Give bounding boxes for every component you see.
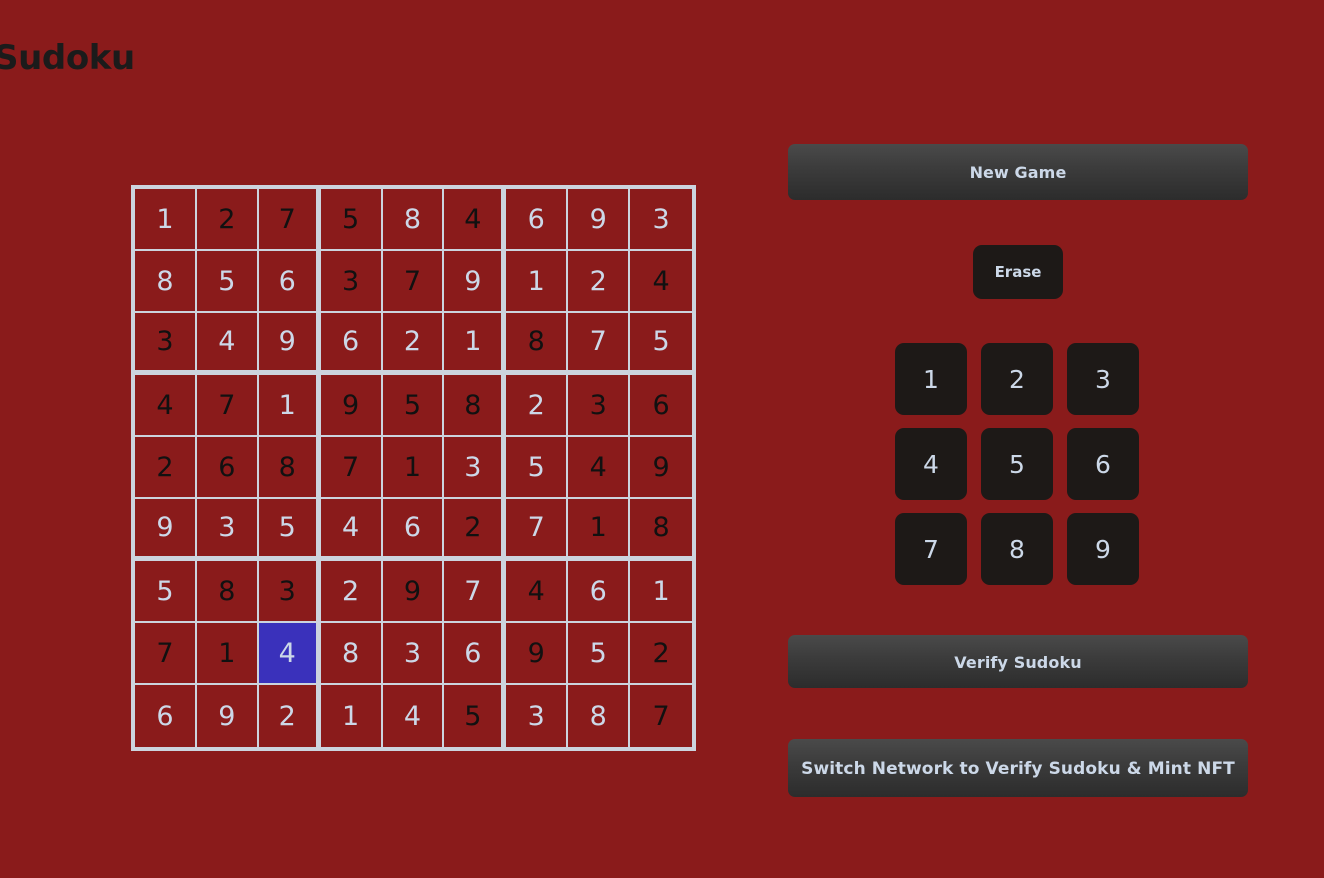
sudoku-cell-r9c1[interactable]: 6 (135, 685, 197, 747)
sudoku-cell-r6c1[interactable]: 9 (135, 499, 197, 561)
sudoku-cell-r3c2[interactable]: 4 (196, 313, 259, 375)
sudoku-cell-r6c9[interactable]: 8 (630, 499, 692, 561)
sudoku-cell-r5c1[interactable]: 2 (135, 437, 197, 499)
sudoku-cell-r2c4[interactable]: 3 (320, 251, 383, 313)
sudoku-cell-r1c2[interactable]: 2 (196, 189, 259, 251)
sudoku-cell-r3c3[interactable]: 9 (258, 313, 321, 375)
sudoku-cell-r7c3[interactable]: 3 (258, 561, 321, 623)
switch-network-mint-nft-button[interactable]: Switch Network to Verify Sudoku & Mint N… (788, 739, 1248, 797)
number-pad: 123 456 789 (895, 343, 1140, 585)
sudoku-cell-r7c8[interactable]: 6 (568, 561, 631, 623)
sudoku-cell-r5c2[interactable]: 6 (196, 437, 259, 499)
sudoku-cell-r2c8[interactable]: 2 (568, 251, 631, 313)
sudoku-cell-r5c6[interactable]: 3 (444, 437, 507, 499)
numpad-key-3[interactable]: 3 (1067, 343, 1139, 415)
numpad-key-5[interactable]: 5 (981, 428, 1053, 500)
sudoku-cell-r8c7[interactable]: 9 (506, 623, 569, 685)
sudoku-cell-r4c5[interactable]: 5 (382, 375, 445, 437)
new-game-button[interactable]: New Game (788, 144, 1248, 200)
numpad-key-6[interactable]: 6 (1067, 428, 1139, 500)
sudoku-cell-r3c7[interactable]: 8 (506, 313, 569, 375)
sudoku-cell-r2c3[interactable]: 6 (258, 251, 321, 313)
sudoku-cell-r9c5[interactable]: 4 (382, 685, 445, 747)
numpad-key-8[interactable]: 8 (981, 513, 1053, 585)
numpad-key-9[interactable]: 9 (1067, 513, 1139, 585)
verify-sudoku-button[interactable]: Verify Sudoku (788, 635, 1248, 688)
sudoku-cell-r7c9[interactable]: 1 (630, 561, 692, 623)
control-panel: New Game Erase 123 456 789 Verify Sudoku S… (788, 144, 1248, 804)
sudoku-cell-r8c6[interactable]: 6 (444, 623, 507, 685)
numpad-key-4[interactable]: 4 (895, 428, 967, 500)
sudoku-cell-r2c9[interactable]: 4 (630, 251, 692, 313)
page-title: Sudoku (0, 37, 135, 78)
sudoku-cell-r6c2[interactable]: 3 (196, 499, 259, 561)
erase-button[interactable]: Erase (973, 245, 1063, 299)
sudoku-cell-r6c6[interactable]: 2 (444, 499, 507, 561)
numpad-key-2[interactable]: 2 (981, 343, 1053, 415)
sudoku-cell-r5c5[interactable]: 1 (382, 437, 445, 499)
sudoku-cell-r6c8[interactable]: 1 (568, 499, 631, 561)
sudoku-cell-r9c8[interactable]: 8 (568, 685, 631, 747)
sudoku-cell-r4c8[interactable]: 3 (568, 375, 631, 437)
sudoku-cell-r4c3[interactable]: 1 (258, 375, 321, 437)
sudoku-cell-r5c8[interactable]: 4 (568, 437, 631, 499)
sudoku-cell-r6c3[interactable]: 5 (258, 499, 321, 561)
sudoku-cell-r7c2[interactable]: 8 (196, 561, 259, 623)
sudoku-cell-r6c7[interactable]: 7 (506, 499, 569, 561)
sudoku-cell-r1c4[interactable]: 5 (320, 189, 383, 251)
sudoku-cell-r3c9[interactable]: 5 (630, 313, 692, 375)
sudoku-cell-r5c4[interactable]: 7 (320, 437, 383, 499)
sudoku-cell-r4c1[interactable]: 4 (135, 375, 197, 437)
sudoku-cell-r8c8[interactable]: 5 (568, 623, 631, 685)
sudoku-cell-r3c6[interactable]: 1 (444, 313, 507, 375)
sudoku-cell-r6c4[interactable]: 4 (320, 499, 383, 561)
sudoku-cell-r8c4[interactable]: 8 (320, 623, 383, 685)
sudoku-board[interactable]: 1275846938563791243496218754719582362687… (131, 185, 696, 751)
sudoku-cell-r9c2[interactable]: 9 (196, 685, 259, 747)
sudoku-cell-r9c7[interactable]: 3 (506, 685, 569, 747)
sudoku-cell-r2c6[interactable]: 9 (444, 251, 507, 313)
sudoku-cell-r4c7[interactable]: 2 (506, 375, 569, 437)
sudoku-cell-r1c1[interactable]: 1 (135, 189, 197, 251)
numpad-key-7[interactable]: 7 (895, 513, 967, 585)
sudoku-cell-r5c9[interactable]: 9 (630, 437, 692, 499)
sudoku-cell-r4c4[interactable]: 9 (320, 375, 383, 437)
sudoku-cell-r8c1[interactable]: 7 (135, 623, 197, 685)
sudoku-cell-r9c6[interactable]: 5 (444, 685, 507, 747)
sudoku-cell-r5c7[interactable]: 5 (506, 437, 569, 499)
sudoku-cell-r6c5[interactable]: 6 (382, 499, 445, 561)
sudoku-cell-r4c2[interactable]: 7 (196, 375, 259, 437)
sudoku-cell-r2c1[interactable]: 8 (135, 251, 197, 313)
sudoku-cell-r7c1[interactable]: 5 (135, 561, 197, 623)
sudoku-cell-r7c5[interactable]: 9 (382, 561, 445, 623)
sudoku-cell-r8c3[interactable]: 4 (258, 623, 321, 685)
sudoku-cell-r1c3[interactable]: 7 (258, 189, 321, 251)
sudoku-cell-r3c8[interactable]: 7 (568, 313, 631, 375)
sudoku-cell-r5c3[interactable]: 8 (258, 437, 321, 499)
sudoku-cell-r8c2[interactable]: 1 (196, 623, 259, 685)
sudoku-cell-r7c7[interactable]: 4 (506, 561, 569, 623)
numpad-key-1[interactable]: 1 (895, 343, 967, 415)
sudoku-cell-r3c4[interactable]: 6 (320, 313, 383, 375)
sudoku-cell-r1c9[interactable]: 3 (630, 189, 692, 251)
sudoku-cell-r2c7[interactable]: 1 (506, 251, 569, 313)
sudoku-cell-r3c1[interactable]: 3 (135, 313, 197, 375)
sudoku-cell-r8c9[interactable]: 2 (630, 623, 692, 685)
sudoku-cell-r9c3[interactable]: 2 (258, 685, 321, 747)
sudoku-cell-r3c5[interactable]: 2 (382, 313, 445, 375)
sudoku-cell-r2c5[interactable]: 7 (382, 251, 445, 313)
sudoku-cell-r1c6[interactable]: 4 (444, 189, 507, 251)
sudoku-cell-r4c6[interactable]: 8 (444, 375, 507, 437)
sudoku-cell-r8c5[interactable]: 3 (382, 623, 445, 685)
sudoku-cell-r1c5[interactable]: 8 (382, 189, 445, 251)
sudoku-cell-r1c8[interactable]: 9 (568, 189, 631, 251)
sudoku-cell-r9c4[interactable]: 1 (320, 685, 383, 747)
sudoku-cell-r7c6[interactable]: 7 (444, 561, 507, 623)
sudoku-cell-r1c7[interactable]: 6 (506, 189, 569, 251)
sudoku-cell-r4c9[interactable]: 6 (630, 375, 692, 437)
sudoku-cell-r9c9[interactable]: 7 (630, 685, 692, 747)
sudoku-cell-r2c2[interactable]: 5 (196, 251, 259, 313)
sudoku-cell-r7c4[interactable]: 2 (320, 561, 383, 623)
